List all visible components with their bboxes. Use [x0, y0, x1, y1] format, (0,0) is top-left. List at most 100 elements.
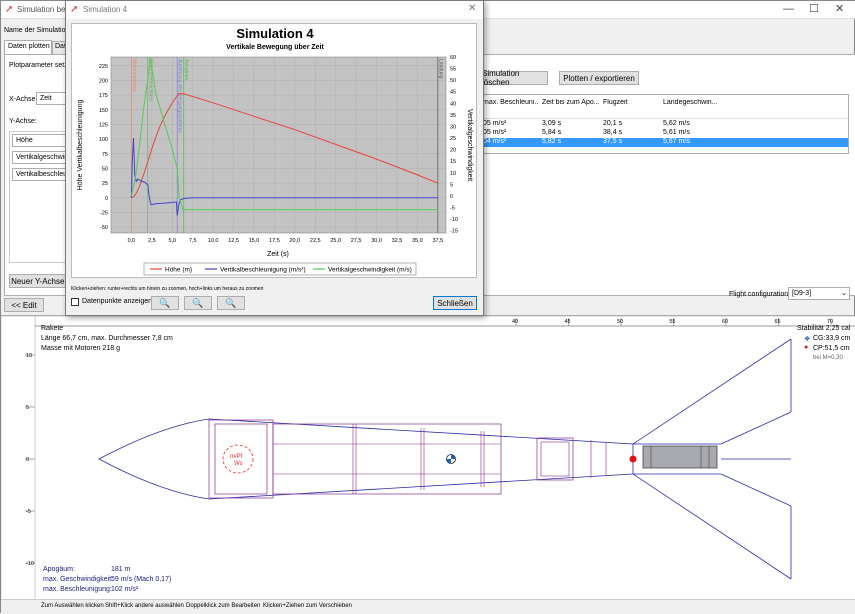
event-label: Motorzündung [131, 59, 137, 91]
plot-export-button[interactable]: Plotten / exportieren [559, 71, 639, 85]
chart-subtitle: Vertikale Bewegung über Zeit [226, 44, 324, 51]
legend-entry: Höhe (m) [165, 267, 192, 274]
y-left-tick-label: 100 [99, 137, 108, 143]
y-right-tick-label: 0 [450, 194, 453, 200]
ruler-top-label: 50 [617, 319, 623, 325]
ruler-left-label: 10 [26, 353, 32, 359]
table-cell: 05 m/s² [483, 129, 507, 136]
y-axis-label-left: Höhe Vertikalbeschleunigung [77, 100, 84, 191]
zoom-out-icon: 🔍 [192, 297, 204, 308]
chart-panel: Simulation 4 Vertikale Bewegung über Zei… [71, 23, 477, 278]
status-hint: Zum Auswählen klicken [41, 603, 104, 609]
y-right-tick-label: 25 [450, 136, 456, 142]
table-row-selected[interactable]: 04 m/s² 5,82 s 37,5 s 5,67 m/s [480, 138, 848, 147]
y-left-tick-label: 225 [99, 64, 108, 70]
table-header[interactable]: Landegeschwin... [663, 99, 721, 106]
zoom-out-button[interactable]: 🔍 [184, 296, 212, 310]
y-right-tick-label: 50 [450, 78, 456, 84]
app-icon: ➚ [5, 4, 14, 15]
y-left-tick-label: 75 [102, 152, 108, 158]
max-accel-value: 102 m/s² [111, 586, 139, 593]
ruler-top-label: 55 [670, 319, 676, 325]
table-row[interactable]: 05 m/s² 5,84 s 38,4 s 5,61 m/s [480, 129, 718, 138]
y-left-tick-label: -25 [100, 210, 108, 216]
tab-label: Daten plotten [8, 43, 50, 50]
x-tick-label: 25,0 [330, 238, 341, 244]
event-label: Apogäum [183, 59, 189, 80]
event-label: Landung [437, 59, 443, 79]
dialog-close-icon[interactable]: ✕ [468, 3, 476, 14]
status-hint: Shift+Klick andere auswählen [105, 603, 184, 609]
ruler-top-label: 40 [512, 319, 518, 325]
y-left-tick-label: 50 [102, 166, 108, 172]
xaxis-select[interactable]: Zeit [36, 92, 68, 105]
table-header[interactable]: Zeit bis zum Apo... [542, 99, 600, 106]
ruler-top-label: 65 [775, 319, 781, 325]
table-header-row: max. Beschleuni... Zeit bis zum Apo... F… [480, 95, 848, 119]
table-header[interactable]: max. Beschleuni... [483, 99, 539, 106]
max-velocity-label: max. Geschwindigkeit: [43, 576, 114, 583]
status-hint: Doppelklick zum Bearbeiten [186, 603, 261, 609]
delete-simulation-button[interactable]: Simulation löschen [481, 69, 548, 87]
flight-config-select[interactable]: [D9-3] ⌄ [788, 287, 850, 300]
xaxis-label: X-Achse: [9, 96, 38, 103]
x-tick-label: 12,5 [228, 238, 239, 244]
zoom-in-button[interactable]: 🔍 [151, 296, 179, 310]
zoom-reset-button[interactable]: 🔍 [217, 296, 245, 310]
y-series-select-1[interactable]: Höhe [12, 134, 68, 147]
x-tick-label: 5,0 [168, 238, 176, 244]
datapoints-checkbox[interactable] [71, 298, 79, 306]
maximize-icon[interactable]: ☐ [809, 2, 819, 15]
apogee-value: 181 m [111, 566, 131, 573]
chart-svg[interactable]: Simulation 4 Vertikale Bewegung über Zei… [72, 24, 478, 279]
mach-text: bei M=0,30 [813, 355, 843, 361]
y-series-select-3[interactable]: Vertikalbeschleunig [12, 168, 76, 181]
zoom-reset-icon: 🔍 [225, 297, 237, 308]
y-right-tick-label: -5 [450, 206, 455, 212]
close-icon[interactable]: ✕ [835, 2, 844, 15]
max-accel-label: max. Beschleunigung: [43, 586, 112, 593]
y-right-tick-label: 5 [450, 182, 453, 188]
y-series-value: Vertikalgeschwind [16, 154, 73, 161]
cp-icon: ● [804, 344, 809, 351]
x-tick-label: 30,0 [371, 238, 382, 244]
y-right-tick-label: 45 [450, 90, 456, 96]
y-left-tick-label: 175 [99, 93, 108, 99]
y-right-tick-label: 20 [450, 148, 456, 154]
edit-button[interactable]: << Edit [4, 298, 44, 312]
y-right-tick-label: 55 [450, 67, 456, 73]
status-hint: Klicken+Ziehen zum Verschieben [263, 603, 352, 609]
flight-config-value: [D9-3] [792, 290, 812, 297]
main-window-title: Simulation bea [17, 5, 70, 14]
legend-entry: Vertikalgeschwindigkeit (m/s) [328, 267, 412, 274]
close-dialog-button[interactable]: Schließen [433, 296, 477, 310]
y-right-tick-label: 60 [450, 55, 456, 61]
table-cell: 04 m/s² [483, 138, 507, 145]
status-bar: Zum Auswählen klicken Shift+Klick andere… [1, 599, 855, 614]
rocket-mass: Masse mit Motoren 218 g [41, 345, 120, 352]
y-series-value: Höhe [16, 137, 33, 144]
table-cell: 38,4 s [603, 129, 623, 136]
simulation-dialog: ➚ Simulation 4 ✕ Simulation 4 Vertikale … [65, 0, 484, 316]
y-right-tick-label: -15 [450, 229, 458, 235]
table-cell: 05 m/s² [483, 120, 507, 127]
ruler-top-label: 60 [722, 319, 728, 325]
x-tick-label: 2,5 [148, 238, 156, 244]
dialog-titlebar: ➚ Simulation 4 ✕ [66, 1, 483, 19]
chart-title: Simulation 4 [236, 26, 314, 41]
y-right-tick-label: 10 [450, 171, 456, 177]
table-header[interactable]: Flugzeit [603, 99, 659, 106]
zoom-in-icon: 🔍 [159, 297, 171, 308]
x-tick-label: 22,5 [310, 238, 321, 244]
y-right-tick-label: 15 [450, 159, 456, 165]
table-row[interactable]: 05 m/s² 3,09 s 20,1 s 5,62 m/s [480, 120, 718, 129]
cg-text: CG:33,9 cm [813, 335, 851, 342]
tab-daten-plotten[interactable]: Daten plotten [4, 40, 52, 54]
rocket-view[interactable]: 40 45 50 55 60 65 70 10 5 0 -5 -10 m/Pf … [0, 315, 855, 601]
x-tick-label: 0,0 [128, 238, 136, 244]
y-series-select-2[interactable]: Vertikalgeschwind [12, 151, 72, 164]
table-cell: 5,62 m/s [663, 120, 690, 127]
minimize-icon[interactable]: — [783, 3, 794, 15]
table-cell: 20,1 s [603, 120, 623, 127]
new-y-axis-button[interactable]: Neuer Y-Achsen [9, 274, 71, 288]
